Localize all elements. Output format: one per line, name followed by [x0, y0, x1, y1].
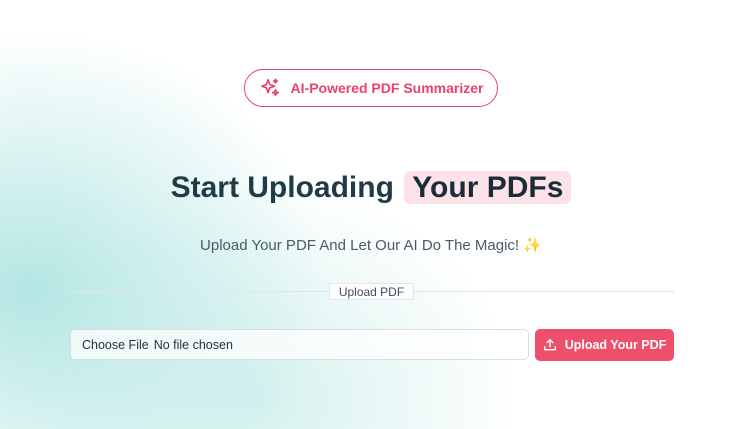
file-input[interactable]: Choose File No file chosen	[70, 329, 529, 360]
title-highlight: Your PDFs	[404, 171, 572, 204]
file-status-text: No file chosen	[153, 337, 233, 352]
sparkles-icon	[259, 77, 281, 99]
page-subtitle: Upload Your PDF And Let Our AI Do The Ma…	[200, 237, 542, 254]
upload-pdf-button[interactable]: Upload Your PDF	[535, 329, 674, 361]
badge-label: AI-Powered PDF Summarizer	[290, 80, 484, 96]
title-main: Start Uploading	[170, 171, 394, 204]
ai-summarizer-badge: AI-Powered PDF Summarizer	[244, 69, 498, 107]
page-title: Start Uploading Your PDFs	[0, 171, 742, 205]
choose-file-button[interactable]: Choose File	[82, 338, 149, 352]
upload-icon	[543, 338, 557, 352]
divider-label: Upload PDF	[329, 283, 414, 300]
upload-button-label: Upload Your PDF	[564, 338, 667, 352]
